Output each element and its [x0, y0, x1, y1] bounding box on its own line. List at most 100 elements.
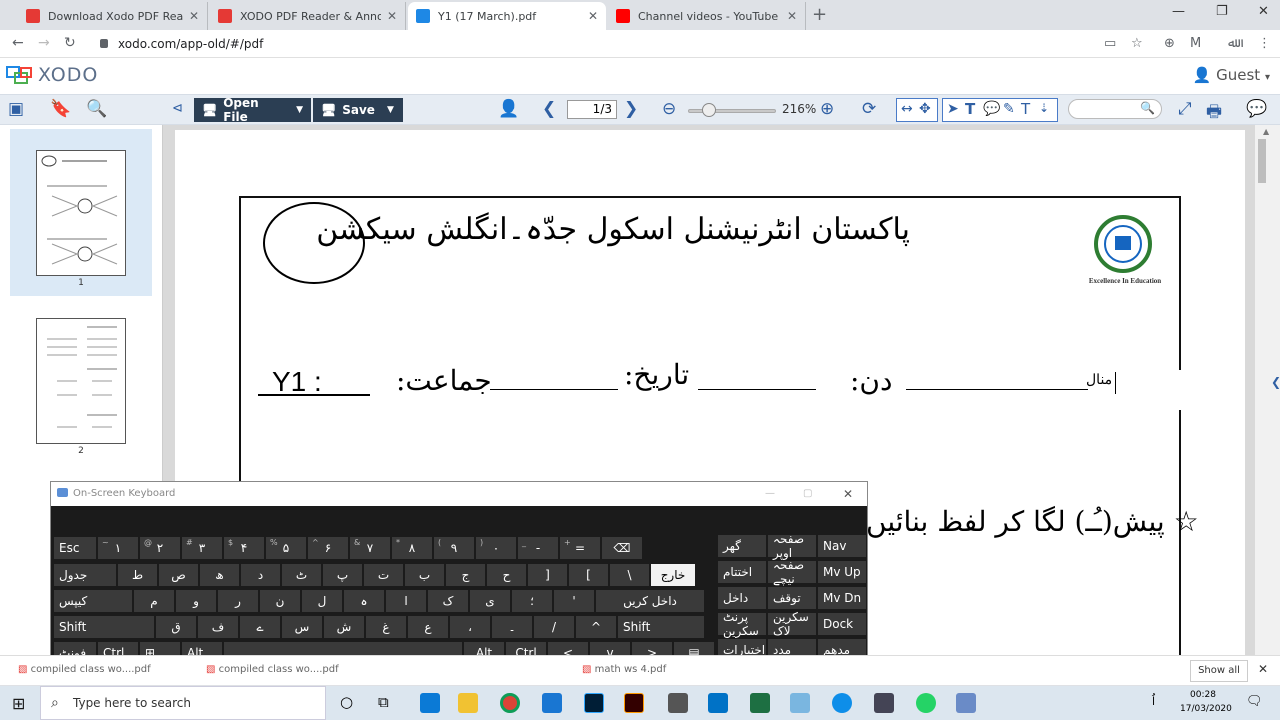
close-icon[interactable]: ✕: [1258, 662, 1268, 676]
page-thumbnail-1[interactable]: [36, 150, 126, 276]
keyboard-key[interactable]: & ۷: [349, 536, 391, 560]
extension-icon[interactable]: ﷲ: [1228, 36, 1236, 51]
whatsapp-icon[interactable]: [916, 693, 936, 713]
keyboard-key[interactable]: Mv Dn: [817, 586, 867, 610]
collapse-panel-icon[interactable]: ⊲: [172, 101, 183, 116]
search-icon[interactable]: 🔍: [86, 99, 107, 119]
keyboard-key[interactable]: _ -: [517, 536, 559, 560]
keyboard-key[interactable]: Mv Up: [817, 560, 867, 584]
keyboard-key[interactable]: ؛: [511, 589, 553, 613]
zoom-slider-handle[interactable]: [702, 103, 716, 117]
download-item[interactable]: ▧ compiled class wo....pdf: [18, 664, 151, 675]
keyboard-key[interactable]: ': [553, 589, 595, 613]
back-icon[interactable]: ←: [12, 35, 24, 51]
excel-icon[interactable]: [750, 693, 770, 713]
expand-panel-icon[interactable]: ❮: [1271, 375, 1280, 389]
tab-xodo-annotator[interactable]: XODO PDF Reader & Annotator ✕: [210, 2, 406, 30]
app-icon[interactable]: [956, 693, 976, 713]
windows-start-icon[interactable]: ⊞: [12, 694, 25, 713]
keyboard-key[interactable]: ج: [445, 563, 486, 587]
keyboard-key[interactable]: جدول: [53, 563, 117, 587]
keyboard-key[interactable]: ف: [197, 615, 239, 639]
keyboard-key[interactable]: ی: [469, 589, 511, 613]
keyboard-key[interactable]: م: [133, 589, 175, 613]
next-page-icon[interactable]: ❯: [624, 99, 638, 119]
close-icon[interactable]: ✕: [387, 9, 397, 23]
keyboard-key[interactable]: ص: [158, 563, 199, 587]
keyboard-key[interactable]: ت: [363, 563, 404, 587]
cortana-icon[interactable]: ○: [340, 693, 353, 711]
doc-search-input[interactable]: 🔍: [1068, 99, 1162, 119]
keyboard-key[interactable]: ~۱: [97, 536, 139, 560]
keyboard-key[interactable]: Dock: [817, 612, 867, 636]
keyboard-key[interactable]: \: [609, 563, 650, 587]
close-icon[interactable]: ✕: [787, 9, 797, 23]
maximize-icon[interactable]: ❐: [1216, 4, 1228, 19]
close-icon[interactable]: ✕: [843, 482, 853, 506]
teamviewer-icon[interactable]: [832, 693, 852, 713]
keyboard-key[interactable]: ن: [259, 589, 301, 613]
keyboard-key[interactable]: ے: [239, 615, 281, 639]
minimize-icon[interactable]: —: [1172, 4, 1185, 19]
keyboard-key[interactable]: @۲: [139, 536, 181, 560]
zoom-in-icon[interactable]: ⊕: [820, 99, 834, 119]
zoom-icon[interactable]: ⊕: [1164, 36, 1175, 51]
page-number-field[interactable]: 1/3: [567, 100, 617, 119]
photoshop-icon[interactable]: [584, 693, 604, 713]
osk-titlebar[interactable]: On-Screen Keyboard — ▢ ✕: [51, 482, 867, 506]
keyboard-key[interactable]: ک: [427, 589, 469, 613]
keyboard-key[interactable]: پ: [322, 563, 363, 587]
app-icon[interactable]: [790, 693, 810, 713]
reload-icon[interactable]: ↻: [64, 35, 76, 51]
app-icon[interactable]: [874, 693, 894, 713]
on-screen-keyboard[interactable]: On-Screen Keyboard — ▢ ✕ Esc ~۱ @۲ #۳ $۴% ۵ ^ ۶…: [50, 481, 868, 668]
keyboard-key[interactable]: (۹: [433, 536, 475, 560]
cast-icon[interactable]: ▭: [1104, 36, 1116, 51]
keyboard-key[interactable]: ش: [323, 615, 365, 639]
keyboard-key[interactable]: + =: [559, 536, 601, 560]
file-explorer-icon[interactable]: [458, 693, 478, 713]
keyboard-key[interactable]: Shift: [53, 615, 155, 639]
task-view-icon[interactable]: ⧉: [378, 693, 389, 711]
url-field[interactable]: xodo.com/app-old/#/pdf: [92, 33, 1152, 55]
outlook-icon[interactable]: [708, 693, 728, 713]
minimize-icon[interactable]: —: [765, 482, 775, 506]
keyboard-key[interactable]: ل: [301, 589, 343, 613]
free-text-icon[interactable]: T: [1021, 100, 1030, 118]
gmail-extension-icon[interactable]: M: [1190, 36, 1201, 51]
keyboard-key[interactable]: پرنٹ سکرین: [717, 610, 767, 638]
bookmark-icon[interactable]: 🔖: [50, 99, 71, 119]
keyboard-key[interactable]: ^ ۶: [307, 536, 349, 560]
keyboard-key[interactable]: و: [175, 589, 217, 613]
user-menu[interactable]: 👤 Guest ▾: [1193, 66, 1270, 84]
maximize-icon[interactable]: ▢: [803, 482, 812, 506]
store-icon[interactable]: [668, 693, 688, 713]
keyboard-key[interactable]: ھ: [199, 563, 240, 587]
new-tab-button[interactable]: +: [812, 4, 827, 25]
keyboard-key[interactable]: ح: [486, 563, 527, 587]
add-user-icon[interactable]: 👤: [498, 99, 519, 119]
prev-page-icon[interactable]: ❮: [542, 99, 556, 119]
keyboard-key[interactable]: توقف: [767, 586, 817, 610]
scroll-up-icon[interactable]: ▲: [1263, 127, 1269, 136]
rotate-icon[interactable]: ⟳: [862, 99, 876, 119]
keyboard-key[interactable]: ب: [404, 563, 445, 587]
open-file-button[interactable]: 🖥 Open File ▼: [194, 96, 311, 124]
tab-download-xodo[interactable]: Download Xodo PDF Reader & E ✕: [18, 2, 208, 30]
keyboard-key[interactable]: Esc: [53, 536, 97, 560]
mail-icon[interactable]: [542, 693, 562, 713]
more-tools-icon[interactable]: ⇣: [1039, 101, 1049, 115]
close-window-icon[interactable]: ✕: [1258, 4, 1269, 19]
keyboard-key[interactable]: صفحہ اوپر: [767, 532, 817, 560]
vertical-scrollbar[interactable]: ▲ ❮: [1255, 125, 1280, 655]
print-icon[interactable]: 🖶: [1206, 99, 1222, 128]
thumbnails-icon[interactable]: ▣: [8, 99, 24, 119]
keyboard-key[interactable]: گھر: [717, 534, 767, 558]
close-icon[interactable]: ✕: [588, 9, 598, 23]
pan-icon[interactable]: ✥: [919, 101, 931, 117]
keyboard-key[interactable]: ع: [407, 615, 449, 639]
notifications-icon[interactable]: 🗨: [1246, 694, 1263, 709]
page-thumbnail-2[interactable]: [36, 318, 126, 444]
pen-icon[interactable]: ✎: [1003, 101, 1015, 117]
show-all-button[interactable]: Show all: [1190, 660, 1248, 682]
